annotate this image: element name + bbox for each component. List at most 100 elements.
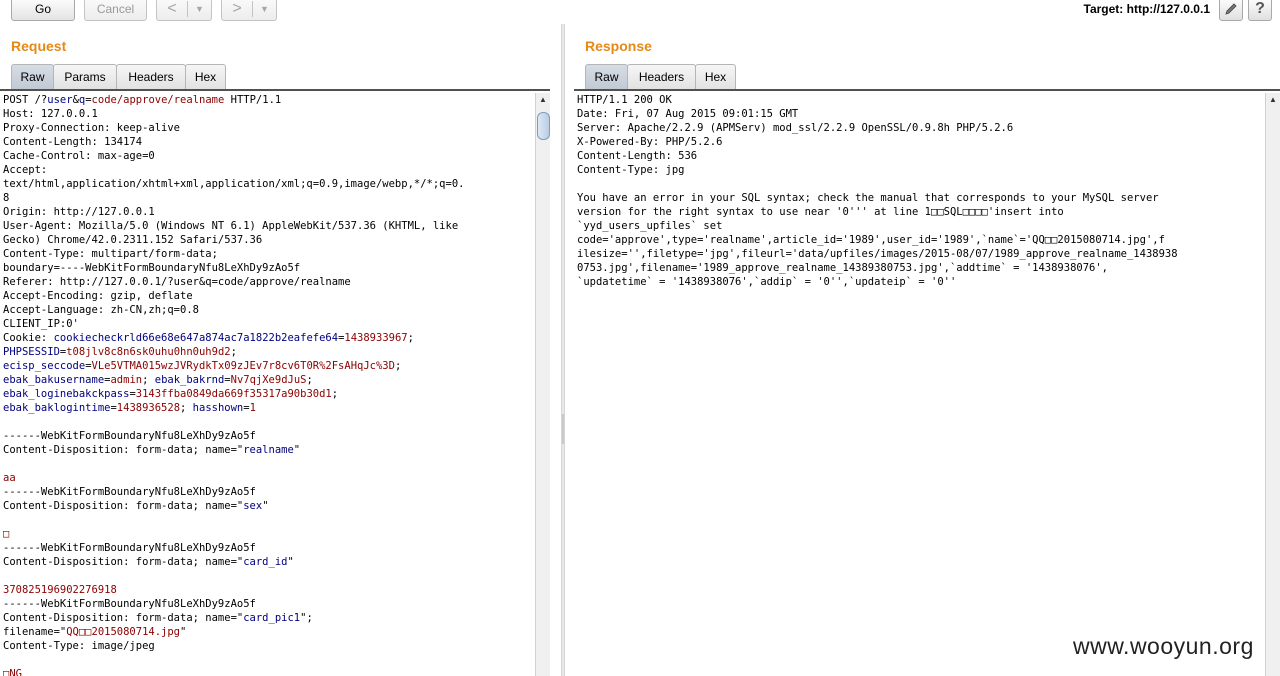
- request-line-segment: 1438933967: [344, 332, 408, 344]
- request-line: Origin: http://127.0.0.1: [3, 205, 534, 219]
- tab-raw[interactable]: Raw: [11, 64, 54, 89]
- request-line: ------WebKitFormBoundaryNfu8LeXhDy9zAo5f: [3, 597, 534, 611]
- request-line: Content-Disposition: form-data; name="ca…: [3, 555, 534, 569]
- response-line: Content-Length: 536: [577, 150, 698, 162]
- request-line: [3, 513, 534, 527]
- tab-headers[interactable]: Headers: [116, 64, 186, 89]
- request-line-segment: admin: [110, 374, 143, 386]
- response-line: ilesize='',filetype='jpg',fileurl='data/…: [577, 248, 1178, 260]
- request-line-segment: Cache-Control: max-age=0: [3, 150, 155, 162]
- request-line: ------WebKitFormBoundaryNfu8LeXhDy9zAo5f: [3, 541, 534, 555]
- request-line: [3, 569, 534, 583]
- request-line-segment: ;: [306, 374, 313, 386]
- request-line-segment: ecisp_seccode: [3, 360, 86, 372]
- response-line: [577, 177, 1264, 191]
- request-line-segment: Content-Type: multipart/form-data;: [3, 248, 218, 260]
- request-line-segment: Content-Length: 134174: [3, 136, 143, 148]
- request-line: ebak_baklogintime=1438936528; hasshown=1: [3, 401, 534, 415]
- request-line-segment: ;: [142, 374, 155, 386]
- tab-hex[interactable]: Hex: [695, 64, 736, 89]
- request-line: ecisp_seccode=VLe5VTMA015wzJVRydkTx09zJE…: [3, 359, 534, 373]
- request-line: ------WebKitFormBoundaryNfu8LeXhDy9zAo5f: [3, 429, 534, 443]
- request-line-segment: CLIENT_IP:0': [3, 318, 79, 330]
- request-line: Content-Type: multipart/form-data;: [3, 247, 534, 261]
- request-line-segment: ;: [331, 388, 339, 400]
- back-button[interactable]: < ▼: [156, 0, 212, 21]
- response-line: X-Powered-By: PHP/5.2.6: [577, 136, 723, 148]
- request-line-segment: filename=": [3, 626, 67, 638]
- request-line-segment: □NG: [3, 668, 22, 676]
- request-line-segment: PHPSESSID: [3, 346, 60, 358]
- request-scrollbar[interactable]: ▲: [535, 93, 550, 676]
- scroll-up-icon[interactable]: ▲: [1266, 95, 1280, 104]
- request-line-segment: sex: [243, 500, 263, 512]
- request-line-segment: 1438936528: [116, 402, 181, 414]
- request-line-segment: 370825196902276918: [3, 584, 117, 596]
- tab-hex[interactable]: Hex: [185, 64, 226, 89]
- request-line: text/html,application/xhtml+xml,applicat…: [3, 177, 534, 191]
- request-line: 8: [3, 191, 534, 205]
- tab-headers[interactable]: Headers: [627, 64, 696, 89]
- request-line-segment: text/html,application/xhtml+xml,applicat…: [3, 178, 465, 190]
- watermark: www.wooyun.org: [1073, 633, 1254, 659]
- request-line-segment: card_id: [243, 556, 288, 568]
- request-line-segment: User-Agent: Mozilla/5.0 (Windows NT 6.1)…: [3, 220, 459, 232]
- request-line: Referer: http://127.0.0.1/?user&q=code/a…: [3, 275, 534, 289]
- request-line: ------WebKitFormBoundaryNfu8LeXhDy9zAo5f: [3, 485, 534, 499]
- response-line: 0753.jpg',filename='1989_approve_realnam…: [577, 262, 1109, 274]
- request-line: ebak_loginebakckpass=3143ffba0849da669f3…: [3, 387, 534, 401]
- splitter-grip[interactable]: [562, 414, 564, 444]
- request-line-segment: ": [293, 444, 301, 456]
- request-line: Content-Disposition: form-data; name="se…: [3, 499, 534, 513]
- request-line-segment: ;: [407, 332, 414, 344]
- request-line-segment: cookiecheckrld66e68e647a874ac7a1822b2eaf…: [53, 332, 339, 344]
- request-line-segment: ------WebKitFormBoundaryNfu8LeXhDy9zAo5f: [3, 430, 256, 442]
- request-line-segment: boundary=----WebKitFormBoundaryNfu8LeXhD…: [3, 262, 301, 274]
- request-line: Content-Type: image/jpeg: [3, 639, 534, 653]
- request-line: CLIENT_IP:0': [3, 317, 534, 331]
- request-line-segment: Host: 127.0.0.1: [3, 108, 98, 120]
- request-line: boundary=----WebKitFormBoundaryNfu8LeXhD…: [3, 261, 534, 275]
- request-line: Accept-Language: zh-CN,zh;q=0.8: [3, 303, 534, 317]
- response-scrollbar[interactable]: ▲: [1265, 93, 1280, 676]
- forward-arrow-icon: >: [232, 0, 242, 17]
- request-line: Content-Disposition: form-data; name="re…: [3, 443, 534, 457]
- response-editor[interactable]: HTTP/1.1 200 OK Date: Fri, 07 Aug 2015 09…: [577, 93, 1264, 676]
- request-line: Content-Length: 134174: [3, 135, 534, 149]
- request-line-segment: ebak_loginebakckpass: [3, 388, 130, 400]
- request-line-segment: hasshown: [192, 402, 244, 414]
- request-line-segment: Referer: http://127.0.0.1/?user&q=code/a…: [3, 276, 351, 288]
- pane-splitter[interactable]: [561, 24, 565, 676]
- request-line-segment: 3143ffba0849da669f35317a90b30d1: [135, 388, 332, 400]
- request-line-segment: Proxy-Connection: keep-alive: [3, 122, 181, 134]
- request-line-segment: code/approve/realname: [91, 94, 225, 106]
- request-line: □NG: [3, 667, 534, 676]
- request-line-segment: HTTP/1.1: [224, 94, 282, 106]
- request-line-segment: Cookie:: [3, 332, 54, 344]
- request-line-segment: ";: [300, 612, 313, 624]
- scroll-thumb[interactable]: [537, 112, 550, 140]
- go-button[interactable]: Go: [11, 0, 75, 21]
- help-button[interactable]: ?: [1248, 0, 1272, 21]
- request-line-segment: ------WebKitFormBoundaryNfu8LeXhDy9zAo5f: [3, 486, 256, 498]
- back-dropdown-icon[interactable]: ▼: [188, 4, 211, 14]
- forward-dropdown-icon[interactable]: ▼: [253, 4, 276, 14]
- request-line: □: [3, 527, 534, 541]
- request-line: Gecko) Chrome/42.0.2311.152 Safari/537.3…: [3, 233, 534, 247]
- response-tab-underline: [574, 89, 1280, 91]
- edit-target-button[interactable]: [1219, 0, 1243, 21]
- tab-params[interactable]: Params: [53, 64, 117, 89]
- request-line-segment: ;: [394, 360, 402, 372]
- tab-raw[interactable]: Raw: [585, 64, 628, 89]
- forward-button[interactable]: > ▼: [221, 0, 277, 21]
- cancel-button[interactable]: Cancel: [84, 0, 147, 21]
- response-line: You have an error in your SQL syntax; ch…: [577, 192, 1159, 204]
- response-line: Server: Apache/2.2.9 (APMServ) mod_ssl/2…: [577, 122, 1014, 134]
- request-line: POST /?user&q=code/approve/realname HTTP…: [3, 93, 534, 107]
- response-title: Response: [585, 38, 652, 54]
- request-line-segment: ebak_bakusername: [3, 374, 105, 386]
- request-editor[interactable]: POST /?user&q=code/approve/realname HTTP…: [3, 93, 534, 676]
- request-line-segment: Accept-Language: zh-CN,zh;q=0.8: [3, 304, 199, 316]
- scroll-up-icon[interactable]: ▲: [536, 95, 550, 104]
- request-line: PHPSESSID=t08jlv8c8n6sk0uhu0hn0uh9d2;: [3, 345, 534, 359]
